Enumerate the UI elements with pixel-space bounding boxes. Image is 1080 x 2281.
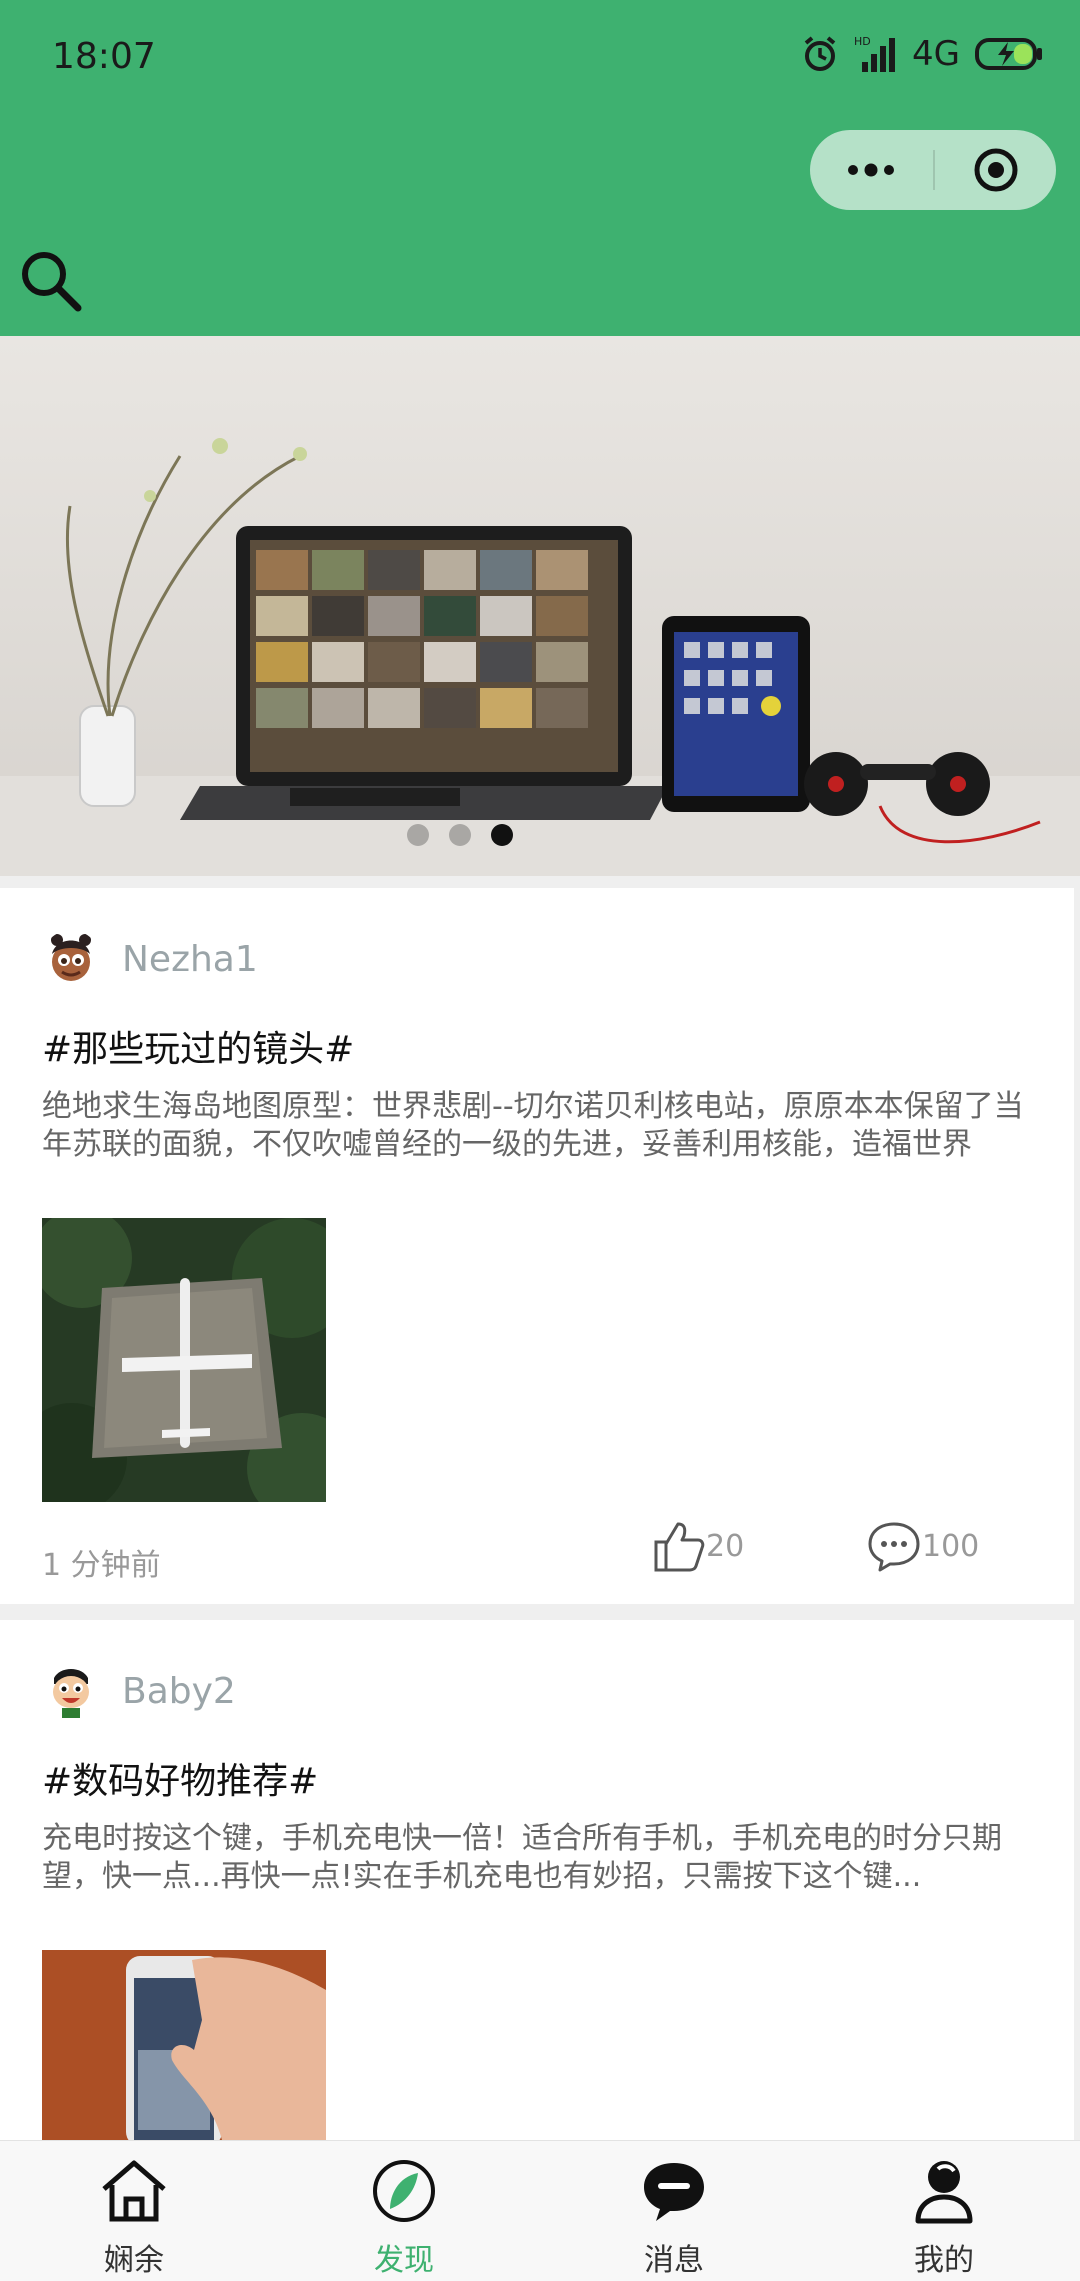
bottom-tab-bar: 娴余 发现 消息 我的 bbox=[0, 2140, 1080, 2281]
battery-charging-icon bbox=[975, 38, 1042, 70]
like-count: 20 bbox=[706, 1528, 745, 1564]
status-icons: HD 4G bbox=[800, 34, 1044, 74]
avatar[interactable] bbox=[42, 1662, 100, 1720]
tab-profile[interactable]: 我的 bbox=[844, 2141, 1044, 2281]
user-icon bbox=[915, 2161, 973, 2224]
post-title[interactable]: #数码好物推荐# bbox=[42, 1752, 318, 1804]
comment-button[interactable]: 100 bbox=[866, 1518, 979, 1574]
status-bar: 18:07 HD 4G bbox=[0, 0, 1080, 120]
comment-count: 100 bbox=[922, 1528, 980, 1564]
post-image[interactable] bbox=[42, 1950, 326, 2140]
network-label: 4G bbox=[912, 34, 960, 74]
thumbs-up-icon bbox=[654, 1522, 705, 1572]
carousel-dot[interactable] bbox=[407, 824, 429, 846]
post-image[interactable] bbox=[42, 1218, 326, 1502]
tab-home[interactable]: 娴余 bbox=[34, 2141, 234, 2281]
carousel-dot-active[interactable] bbox=[491, 824, 513, 846]
post-content[interactable]: 绝地求生海岛地图原型：世界悲剧--切尔诺贝利核电站，原原本本保留了当年苏联的面貌… bbox=[42, 1088, 1032, 1164]
tab-messages[interactable]: 消息 bbox=[574, 2141, 774, 2281]
svg-text:HD: HD bbox=[854, 35, 871, 48]
post-content[interactable]: 充电时按这个键，手机充电快一倍！适合所有手机，手机充电的时分只期望，快一点...… bbox=[42, 1820, 1032, 1896]
search-icon[interactable] bbox=[14, 244, 86, 316]
post-title[interactable]: #那些玩过的镜头# bbox=[42, 1020, 354, 1072]
home-icon bbox=[102, 2160, 166, 2222]
compass-icon bbox=[373, 2160, 435, 2222]
message-icon bbox=[644, 2163, 704, 2221]
banner-image bbox=[0, 336, 1080, 876]
app-header: 18:07 HD 4G bbox=[0, 0, 1080, 336]
tab-label: 发现 bbox=[374, 2243, 434, 2278]
tab-discover[interactable]: 发现 bbox=[304, 2141, 504, 2281]
post-card[interactable]: Baby2 #数码好物推荐# 充电时按这个键，手机充电快一倍！适合所有手机，手机… bbox=[0, 1620, 1074, 2140]
comment-icon bbox=[868, 1522, 920, 1572]
tab-label: 我的 bbox=[914, 2243, 974, 2278]
tab-label: 娴余 bbox=[104, 2243, 164, 2278]
close-button[interactable] bbox=[935, 130, 1056, 210]
carousel-indicator bbox=[0, 824, 1000, 846]
target-icon bbox=[974, 148, 1017, 192]
post-author[interactable]: Baby2 bbox=[42, 1662, 236, 1720]
mini-program-capsule bbox=[810, 130, 1056, 210]
post-author[interactable]: Nezha1 bbox=[42, 930, 258, 988]
like-button[interactable]: 20 bbox=[650, 1518, 744, 1574]
status-time: 18:07 bbox=[52, 36, 156, 77]
more-dots-icon bbox=[848, 163, 894, 177]
author-name[interactable]: Nezha1 bbox=[122, 939, 258, 980]
tab-label: 消息 bbox=[644, 2243, 704, 2278]
alarm-icon bbox=[804, 36, 836, 71]
post-time: 1 分钟前 bbox=[42, 1548, 161, 1583]
post-card[interactable]: Nezha1 #那些玩过的镜头# 绝地求生海岛地图原型：世界悲剧--切尔诺贝利核… bbox=[0, 888, 1074, 1604]
author-name[interactable]: Baby2 bbox=[122, 1671, 236, 1712]
signal-icon: HD bbox=[854, 35, 896, 72]
more-button[interactable] bbox=[810, 130, 932, 210]
banner-carousel[interactable] bbox=[0, 336, 1080, 876]
avatar[interactable] bbox=[42, 930, 100, 988]
carousel-dot[interactable] bbox=[449, 824, 471, 846]
